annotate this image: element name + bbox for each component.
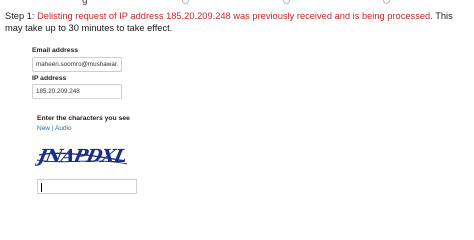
captcha-image: JNAPDXL bbox=[35, 146, 128, 167]
captcha-links: New | Audio bbox=[37, 125, 72, 132]
link-separator: | bbox=[51, 125, 54, 132]
progress-step-indicator bbox=[383, 0, 390, 4]
new-captcha-link[interactable]: New bbox=[37, 125, 50, 132]
ip-address-field[interactable] bbox=[32, 84, 122, 99]
step-label: Step 1: bbox=[5, 11, 35, 21]
status-error-text: Delisting request of IP address 185.20.2… bbox=[37, 11, 433, 21]
email-label: Email address bbox=[32, 47, 79, 54]
progress-step-indicator bbox=[283, 0, 290, 4]
text-caret bbox=[41, 183, 42, 192]
header-text-fragment: g bbox=[82, 0, 88, 6]
cut-off-progress-header: g bbox=[0, 0, 474, 6]
captcha-glyphs: JNAPDXL bbox=[35, 146, 128, 167]
status-message: Step 1: Delisting request of IP address … bbox=[5, 11, 470, 34]
ip-label: IP address bbox=[32, 75, 67, 82]
progress-step-indicator bbox=[182, 0, 189, 4]
audio-captcha-link[interactable]: Audio bbox=[55, 125, 72, 132]
captcha-label: Enter the characters you see bbox=[37, 115, 130, 122]
page: g Step 1: Delisting request of IP addres… bbox=[0, 0, 474, 200]
email-field[interactable] bbox=[32, 57, 122, 72]
captcha-answer-input[interactable] bbox=[37, 179, 137, 194]
